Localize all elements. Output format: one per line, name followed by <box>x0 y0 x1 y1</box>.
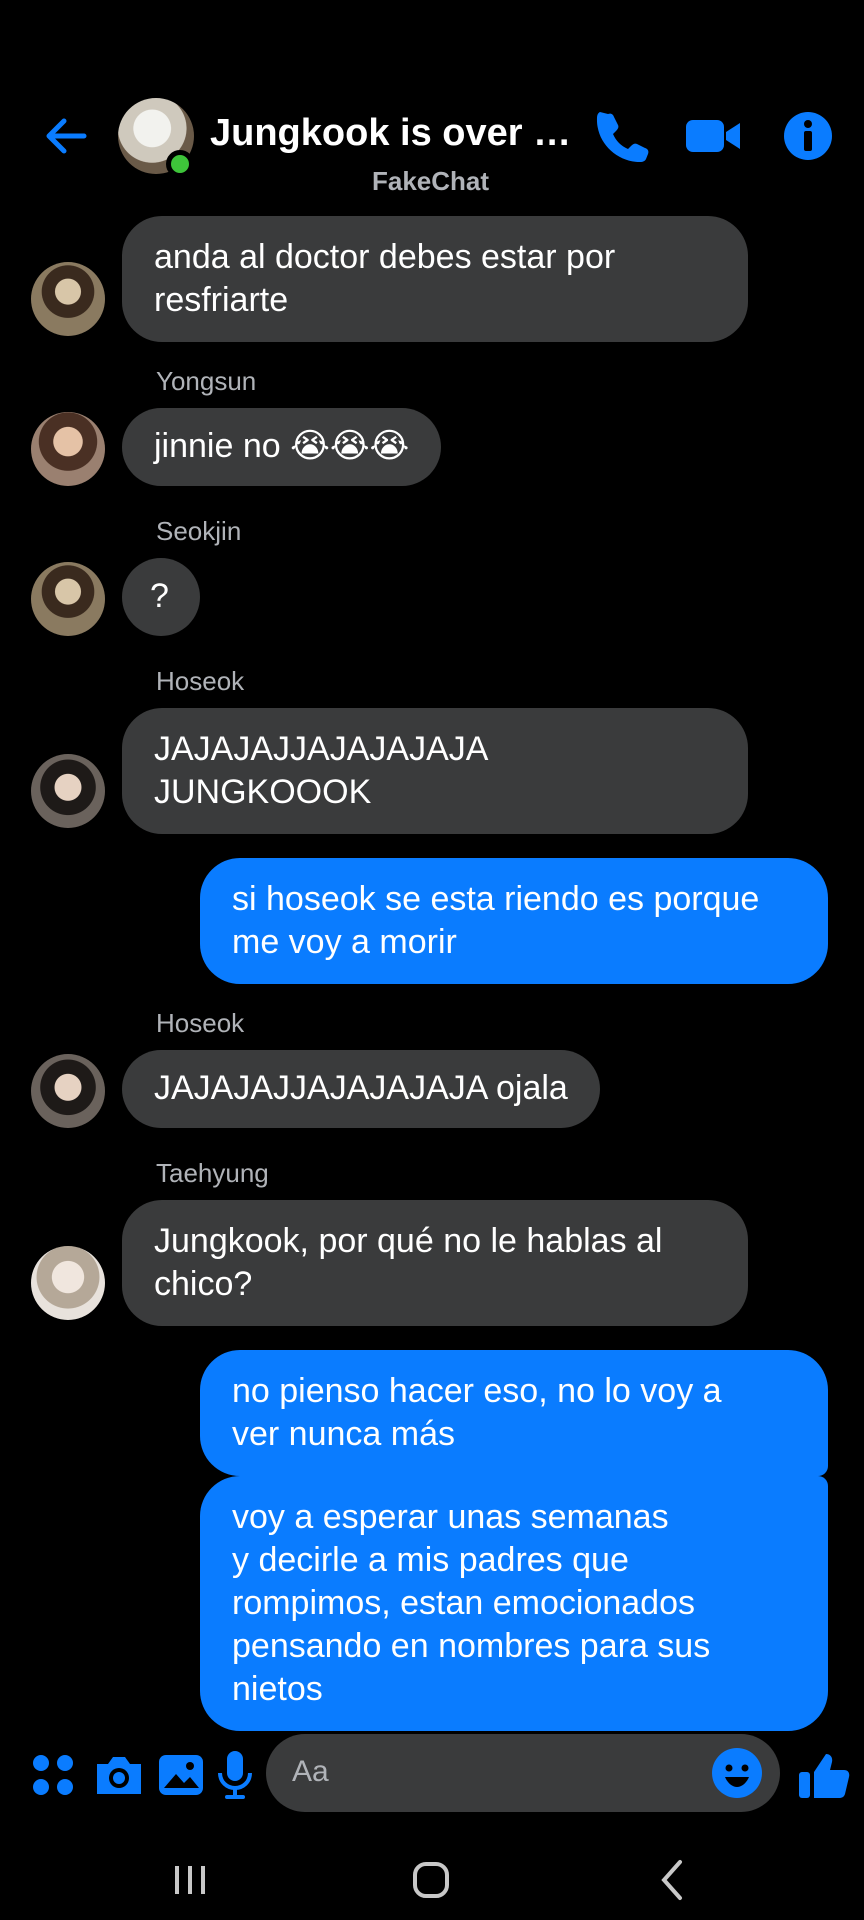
microphone-icon[interactable] <box>208 1748 262 1802</box>
message-incoming[interactable]: Jungkook, por qué no le hablas al chico? <box>122 1200 748 1326</box>
avatar-hoseok[interactable] <box>31 1054 105 1128</box>
avatar-yongsun[interactable] <box>31 412 105 486</box>
system-nav-bar <box>0 1830 864 1920</box>
chat-title[interactable]: Jungkook is over p... <box>210 112 580 155</box>
message-outgoing[interactable]: voy a esperar unas semanas y decirle a m… <box>200 1476 828 1731</box>
avatar-taehyung[interactable] <box>31 1246 105 1320</box>
message-input-container[interactable] <box>266 1734 780 1812</box>
info-icon[interactable] <box>780 108 836 164</box>
home-icon[interactable] <box>402 1850 462 1910</box>
back-nav-icon[interactable] <box>644 1850 704 1910</box>
sender-name: Seokjin <box>156 516 242 546</box>
recent-apps-icon[interactable] <box>160 1850 220 1910</box>
sender-name: Taehyung <box>156 1158 269 1188</box>
image-icon[interactable] <box>154 1748 208 1802</box>
message-incoming[interactable]: JAJAJAJJAJAJAJAJA JUNGKOOOK <box>122 708 748 834</box>
message-outgoing[interactable]: si hoseok se esta riendo es porque me vo… <box>200 858 828 984</box>
emoji-icon[interactable] <box>710 1746 764 1800</box>
video-camera-icon[interactable] <box>684 108 742 164</box>
message-incoming[interactable]: anda al doctor debes estar por resfriart… <box>122 216 748 342</box>
message-incoming[interactable]: JAJAJAJJAJAJAJAJA ojala <box>122 1050 600 1128</box>
camera-icon[interactable] <box>92 1748 146 1802</box>
avatar-seokjin[interactable] <box>31 562 105 636</box>
message-input[interactable] <box>292 1750 672 1794</box>
online-status-dot <box>166 150 194 178</box>
chat-header: Jungkook is over p... FakeChat <box>0 0 864 210</box>
message-outgoing[interactable]: no pienso hacer eso, no lo voy a ver nun… <box>200 1350 828 1476</box>
message-incoming[interactable]: ? <box>122 558 200 636</box>
sender-name: Hoseok <box>156 666 245 696</box>
thumbs-up-icon[interactable] <box>796 1748 854 1802</box>
sender-name: Hoseok <box>156 1008 245 1038</box>
message-incoming[interactable]: jinnie no 😭😭😭 <box>122 408 442 486</box>
sender-name: Yongsun <box>156 366 257 396</box>
avatar-seokjin[interactable] <box>31 262 105 336</box>
avatar-hoseok[interactable] <box>31 754 105 828</box>
message-composer <box>0 1730 864 1820</box>
grid-icon[interactable] <box>26 1748 80 1802</box>
phone-icon[interactable] <box>594 108 650 164</box>
chat-subtitle: FakeChat <box>372 166 490 196</box>
back-arrow-icon[interactable] <box>40 110 92 162</box>
